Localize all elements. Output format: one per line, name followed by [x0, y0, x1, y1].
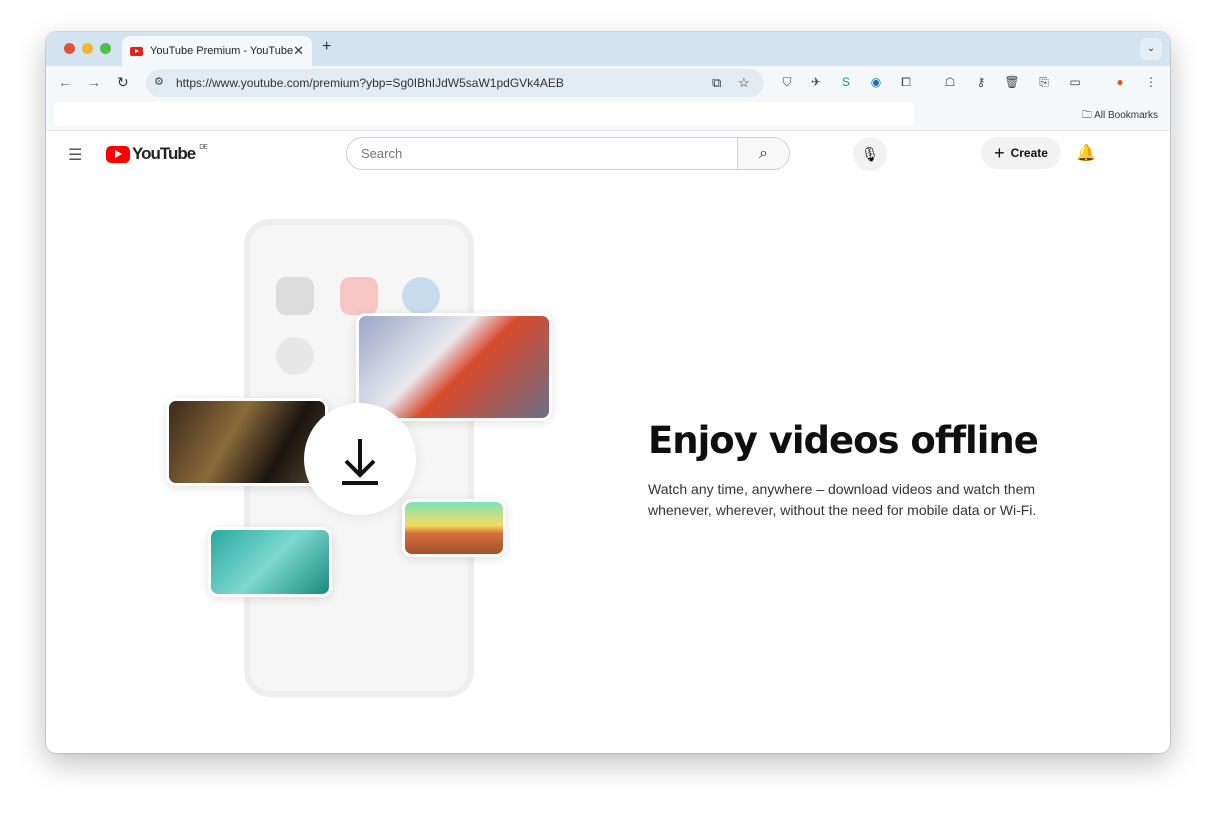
youtube-favicon-icon [130, 46, 143, 56]
hero-description: Watch any time, anywhere – download vide… [648, 481, 1037, 518]
translate-icon[interactable]: ⎘ [1036, 75, 1052, 90]
site-settings-icon[interactable]: ⚙ [154, 75, 164, 88]
folder-icon: 🗀 [1081, 110, 1095, 121]
all-bookmarks-button[interactable]: 🗀 All Bookmarks [1082, 108, 1158, 125]
url-text: https://www.youtube.com/premium?ybp=Sg0I… [176, 76, 564, 90]
desert-video-thumbnail [402, 499, 506, 557]
close-tab-icon[interactable]: ✕ [293, 43, 304, 59]
pool-video-thumbnail [208, 527, 332, 597]
notifications-bell-icon[interactable]: 🔔 [1076, 143, 1096, 163]
open-in-app-icon[interactable]: ⧉ [712, 75, 721, 91]
browser-toolbar: ← → ↻ ⚙ https://www.youtube.com/premium?… [46, 66, 1170, 100]
search-input[interactable] [347, 138, 737, 169]
download-icon [304, 403, 416, 515]
new-tab-button[interactable]: + [322, 38, 331, 56]
profile-avatar[interactable]: ● [1112, 75, 1128, 89]
s-extension-icon[interactable]: S [838, 75, 854, 89]
menu-hamburger-icon[interactable]: ☰ [68, 145, 82, 165]
browser-window: YouTube Premium - YouTube ✕ + ⌄ ← → ↻ ⚙ … [46, 32, 1170, 753]
hero-title: Enjoy videos offline [648, 419, 1039, 462]
search-box: ⌕ [346, 137, 790, 170]
premium-hero: Enjoy videos offline Watch any time, any… [46, 177, 1170, 753]
password-key-icon[interactable]: ⚷ [973, 75, 989, 89]
youtube-logo[interactable]: YouTube DE [106, 144, 208, 164]
devices-icon[interactable]: ▭ [1067, 75, 1083, 89]
trash-icon[interactable]: 🗑 [1004, 75, 1020, 89]
extensions-puzzle-icon[interactable]: ⧠ [898, 75, 914, 90]
tab-search-chevron-icon[interactable]: ⌄ [1140, 38, 1162, 60]
create-button[interactable]: + Create [981, 137, 1061, 169]
tab-youtube-premium[interactable]: YouTube Premium - YouTube ✕ [122, 36, 312, 66]
tab-title: YouTube Premium - YouTube [150, 45, 294, 57]
youtube-header: ☰ YouTube DE ⌕ 🎙 +Create 🔔 [46, 131, 1170, 177]
shield-extension-icon[interactable]: ⛉ [779, 75, 795, 90]
close-window-button[interactable] [64, 43, 75, 54]
region-code: DE [199, 144, 208, 151]
bookmark-star-icon[interactable]: ☆ [738, 75, 750, 91]
extension-icon[interactable]: ✈ [808, 75, 824, 89]
reload-icon[interactable]: ↻ [117, 74, 129, 91]
incognito-icon[interactable]: ☖ [942, 75, 958, 89]
tab-bar: YouTube Premium - YouTube ✕ + ⌄ [46, 32, 1170, 66]
bookmarks-bar: 🗀 All Bookmarks [46, 100, 1170, 131]
voice-search-mic-icon[interactable]: 🎙 [853, 137, 887, 171]
clock-extension-icon[interactable]: ◉ [868, 75, 884, 89]
plus-icon: + [994, 142, 1005, 163]
maximize-window-button[interactable] [100, 43, 111, 54]
minimize-window-button[interactable] [82, 43, 93, 54]
forward-icon[interactable]: → [87, 74, 101, 90]
address-bar[interactable]: ⚙ https://www.youtube.com/premium?ybp=Sg… [146, 69, 764, 97]
menu-kebab-icon[interactable]: ⋮ [1143, 75, 1159, 89]
youtube-play-icon [106, 145, 130, 163]
bookmarks-area [54, 102, 914, 126]
back-icon[interactable]: ← [58, 74, 72, 90]
search-button[interactable]: ⌕ [737, 138, 789, 169]
